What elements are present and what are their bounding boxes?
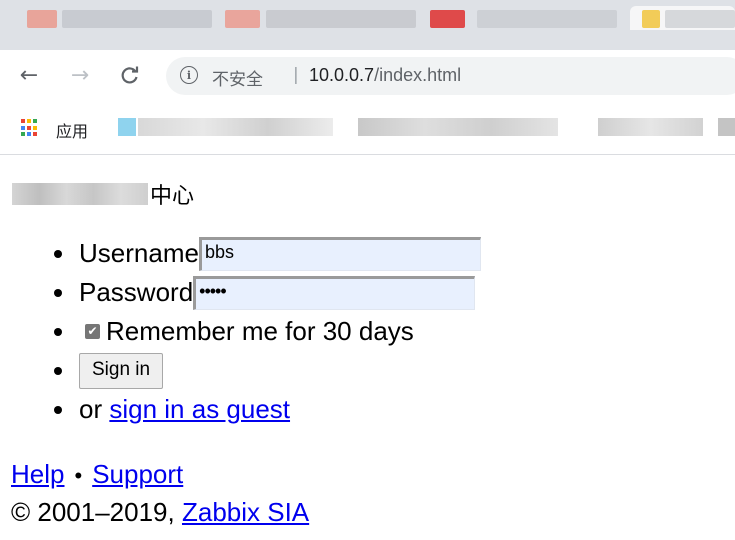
bullet (54, 289, 62, 297)
apps-grid-icon[interactable] (21, 119, 39, 137)
copyright-text: © 2001–2019, (11, 497, 175, 527)
page-title-suffix: 中心 (150, 184, 195, 209)
info-icon[interactable]: i (180, 66, 198, 84)
password-label: Password (79, 277, 194, 307)
back-button[interactable]: ← (14, 60, 44, 90)
tab-blurred[interactable] (430, 10, 465, 28)
back-arrow-icon: ← (19, 62, 39, 88)
reload-button[interactable] (115, 60, 145, 90)
footer-links-row: Help • Support (11, 456, 309, 494)
remember-checkbox[interactable]: ✔ (85, 324, 100, 339)
list-item-signin: Sign in (0, 351, 481, 390)
list-item-username: Username bbs (0, 234, 481, 273)
page-content: 中心 Username bbs Password ••••• ✔ Remember m… (0, 156, 735, 540)
bullet (54, 250, 62, 258)
or-text: or (79, 394, 103, 424)
bookmark-blurred[interactable] (118, 118, 136, 136)
security-indicator[interactable]: 不安全 (212, 65, 263, 90)
tab-blurred (665, 10, 735, 28)
login-form-list: Username bbs Password ••••• ✔ Remember me f… (0, 234, 481, 429)
browser-toolbar: ← → i 不安全 | 10.0.0.7/index.html (0, 50, 735, 102)
page-footer: Help • Support © 2001–2019, Zabbix SIA (11, 456, 309, 531)
copyright-row: © 2001–2019, Zabbix SIA (11, 494, 309, 531)
bullet (54, 367, 62, 375)
bookmark-blurred[interactable] (598, 118, 703, 136)
password-input[interactable]: ••••• (193, 275, 476, 310)
url-host: 10.0.0.7 (309, 65, 375, 85)
bullet (54, 406, 62, 414)
support-link[interactable]: Support (92, 459, 183, 489)
url-path: /index.html (374, 65, 462, 85)
bookmark-blurred[interactable] (358, 118, 558, 136)
username-label: Username (79, 238, 199, 268)
forward-arrow-icon: → (70, 62, 90, 88)
remember-label[interactable]: Remember me for 30 days (106, 316, 414, 347)
tab-blurred[interactable] (266, 10, 416, 28)
browser-tab-strip (0, 0, 735, 50)
bookmark-blurred[interactable] (718, 118, 735, 136)
footer-separator: • (74, 463, 83, 488)
tab-blurred[interactable] (225, 10, 260, 28)
list-item-guest: or sign in as guest (0, 390, 481, 429)
bookmarks-bar: 应用 (0, 102, 735, 155)
list-item-remember: ✔ Remember me for 30 days (0, 312, 481, 351)
bookmark-apps[interactable]: 应用 (56, 118, 88, 142)
url-separator: | (293, 65, 299, 85)
help-link[interactable]: Help (11, 459, 64, 489)
username-input[interactable]: bbs (198, 236, 481, 271)
reload-icon (121, 66, 139, 84)
address-bar[interactable]: i 不安全 | 10.0.0.7/index.html (166, 57, 735, 95)
tab-blurred[interactable] (62, 10, 212, 28)
tab-blurred (642, 10, 660, 28)
page-title: 中心 (12, 178, 194, 210)
company-link[interactable]: Zabbix SIA (182, 497, 309, 527)
list-item-password: Password ••••• (0, 273, 481, 312)
tab-blurred[interactable] (27, 10, 57, 28)
forward-button[interactable]: → (65, 60, 95, 90)
bookmark-blurred[interactable] (138, 118, 333, 136)
url-text[interactable]: 10.0.0.7/index.html (309, 65, 461, 86)
tab-blurred[interactable] (477, 10, 617, 28)
guest-signin-link[interactable]: sign in as guest (109, 394, 290, 425)
redacted-title-text (12, 183, 148, 205)
bullet (54, 328, 62, 336)
sign-in-button[interactable]: Sign in (79, 352, 164, 389)
